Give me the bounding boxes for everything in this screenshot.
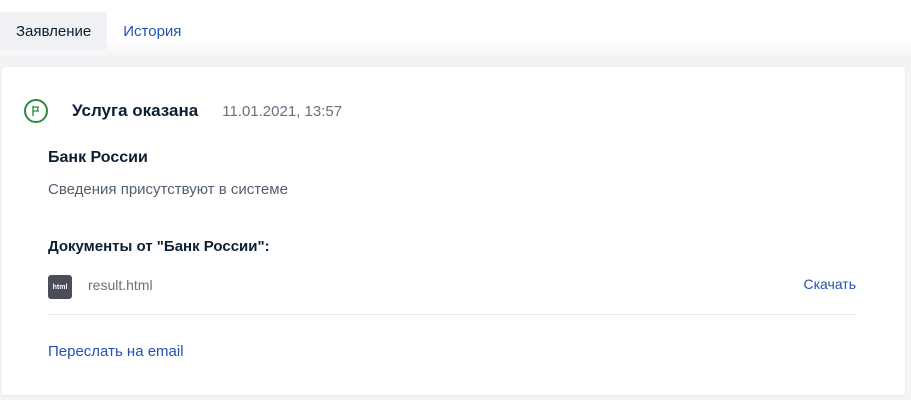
tab-history[interactable]: История: [107, 12, 197, 50]
organization-name: Банк России: [48, 149, 148, 166]
document-row: html result.html Скачать: [48, 273, 856, 315]
status-date: 11.01.2021, 13:57: [222, 102, 343, 120]
organization-description: Сведения присутствуют в системе: [48, 181, 288, 198]
tab-bar: Заявление История: [0, 12, 197, 50]
html-file-icon: html: [48, 275, 72, 299]
application-page: Заявление История Услуга оказана 11.01.2…: [0, 0, 911, 400]
forward-email-link[interactable]: Переслать на email: [48, 343, 184, 360]
status-title: Услуга оказана: [72, 101, 199, 120]
document-file-name: result.html: [88, 277, 153, 293]
flag-icon: [24, 99, 48, 123]
status-header: Услуга оказана 11.01.2021, 13:57: [24, 99, 342, 123]
tab-application[interactable]: Заявление: [0, 12, 108, 50]
status-card: Услуга оказана 11.01.2021, 13:57 Банк Ро…: [2, 67, 905, 395]
download-link[interactable]: Скачать: [804, 276, 857, 292]
documents-title: Документы от "Банк России":: [48, 238, 270, 255]
